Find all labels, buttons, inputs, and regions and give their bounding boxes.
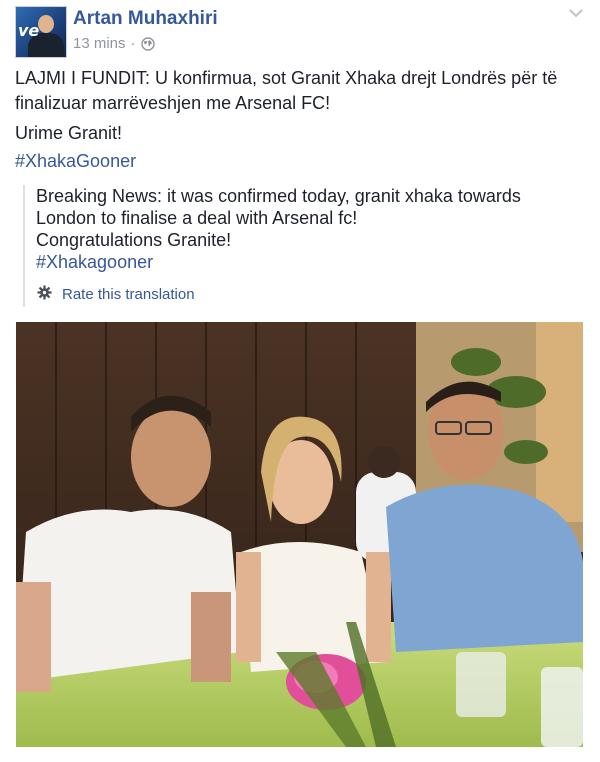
facebook-post: ve Artan Muhaxhiri 13 mins · LAJMI I FUN…	[0, 0, 600, 762]
avatar[interactable]: ve	[15, 6, 67, 58]
chevron-down-icon[interactable]	[568, 6, 584, 24]
hashtag-link[interactable]: #XhakaGooner	[15, 151, 136, 172]
post-photo[interactable]	[16, 322, 583, 747]
translation-text: Breaking News: it was confirmed today, g…	[36, 186, 521, 228]
rate-translation-link[interactable]: Rate this translation	[37, 285, 195, 304]
post-meta: 13 mins ·	[73, 35, 155, 52]
post-text-greeting: Urime Granit!	[15, 123, 123, 143]
rate-translation-label: Rate this translation	[62, 286, 195, 303]
meta-separator: ·	[130, 35, 136, 52]
translation-block: Breaking News: it was confirmed today, g…	[23, 185, 583, 307]
gear-icon	[37, 285, 52, 304]
translation-hashtag-link[interactable]: #Xhakagooner	[36, 251, 583, 273]
translation-greeting: Congratulations Granite!	[36, 230, 232, 250]
avatar-face	[38, 15, 54, 33]
author-name[interactable]: Artan Muhaxhiri	[73, 8, 218, 30]
timestamp[interactable]: 13 mins	[73, 35, 126, 52]
globe-icon[interactable]	[140, 36, 155, 51]
post-text-main: LAJMI I FUNDIT: U konfirmua, sot Granit …	[15, 68, 558, 113]
avatar-logo-text: ve	[18, 21, 40, 40]
